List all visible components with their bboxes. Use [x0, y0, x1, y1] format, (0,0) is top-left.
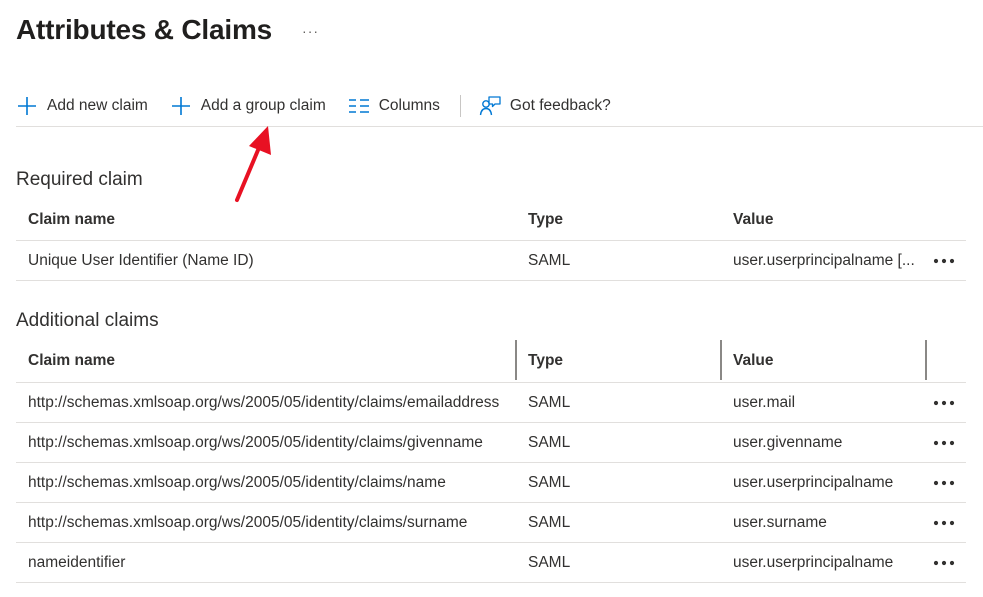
row-more-icon[interactable]	[926, 431, 962, 455]
feedback-label: Got feedback?	[509, 97, 611, 114]
feedback-icon	[479, 95, 501, 117]
claim-type-cell: SAML	[528, 513, 571, 531]
table-row[interactable]: Unique User Identifier (Name ID) SAML us…	[16, 240, 966, 281]
claim-name-cell: http://schemas.xmlsoap.org/ws/2005/05/id…	[28, 393, 500, 411]
row-more-icon[interactable]	[926, 471, 962, 495]
table-row[interactable]: http://schemas.xmlsoap.org/ws/2005/05/id…	[16, 382, 966, 422]
header-type[interactable]: Type	[528, 211, 718, 229]
additional-claims-title: Additional claims	[16, 310, 159, 331]
row-more-icon[interactable]	[926, 391, 962, 415]
claim-value-cell: user.mail	[733, 393, 796, 411]
claim-value-cell: user.givenname	[733, 433, 843, 451]
additional-claims-grid: Claim name Type Value http://schemas.xml…	[16, 340, 966, 583]
feedback-button[interactable]: Got feedback?	[479, 88, 611, 124]
claim-type-cell: SAML	[528, 251, 571, 269]
grid-header: Claim name Type Value	[16, 199, 966, 240]
claim-type-cell: SAML	[528, 433, 571, 451]
claim-type-cell: SAML	[528, 553, 571, 571]
claim-value-cell: user.surname	[733, 513, 827, 531]
claim-value-cell: user.userprincipalname	[733, 473, 894, 491]
toolbar-divider	[459, 95, 461, 117]
more-options-button[interactable]: ···	[302, 23, 319, 39]
header-value[interactable]: Value	[733, 352, 923, 370]
page-header: Attributes & Claims ···	[16, 10, 319, 50]
header-claim-name[interactable]: Claim name	[28, 352, 516, 370]
claim-type-cell: SAML	[528, 473, 571, 491]
command-bar: Add new claim Add a group claim Columns …	[16, 86, 983, 127]
columns-label: Columns	[378, 97, 440, 114]
claim-name-cell: nameidentifier	[28, 553, 126, 571]
row-more-icon[interactable]	[926, 551, 962, 575]
row-more-icon[interactable]	[926, 249, 962, 273]
claim-name-cell: http://schemas.xmlsoap.org/ws/2005/05/id…	[28, 433, 483, 451]
add-new-claim-button[interactable]: Add new claim	[16, 88, 148, 124]
table-row[interactable]: nameidentifier SAML user.userprincipalna…	[16, 542, 966, 583]
required-claims-grid: Claim name Type Value Unique User Identi…	[16, 199, 966, 281]
required-claim-title: Required claim	[16, 169, 143, 190]
table-row[interactable]: http://schemas.xmlsoap.org/ws/2005/05/id…	[16, 422, 966, 462]
claim-name-cell: http://schemas.xmlsoap.org/ws/2005/05/id…	[28, 513, 468, 531]
plus-icon	[170, 95, 192, 117]
claim-type-cell: SAML	[528, 393, 571, 411]
column-resize-handle[interactable]	[515, 340, 517, 380]
add-group-claim-label: Add a group claim	[200, 97, 326, 114]
columns-icon	[348, 95, 370, 117]
claim-name-cell: http://schemas.xmlsoap.org/ws/2005/05/id…	[28, 473, 446, 491]
annotation-arrow	[235, 126, 271, 202]
columns-button[interactable]: Columns	[348, 88, 440, 124]
row-more-icon[interactable]	[926, 511, 962, 535]
column-resize-handle[interactable]	[925, 340, 927, 380]
plus-icon	[16, 95, 38, 117]
header-claim-name[interactable]: Claim name	[28, 211, 516, 229]
page-title: Attributes & Claims	[16, 14, 273, 45]
column-resize-handle[interactable]	[720, 340, 722, 380]
claim-value-cell: user.userprincipalname	[733, 553, 894, 571]
claim-value-cell: user.userprincipalname [...	[733, 251, 915, 269]
grid-header: Claim name Type Value	[16, 340, 966, 382]
claim-name-cell: Unique User Identifier (Name ID)	[28, 251, 254, 269]
table-row[interactable]: http://schemas.xmlsoap.org/ws/2005/05/id…	[16, 462, 966, 502]
header-type[interactable]: Type	[528, 352, 718, 370]
header-value[interactable]: Value	[733, 211, 923, 229]
table-row[interactable]: http://schemas.xmlsoap.org/ws/2005/05/id…	[16, 502, 966, 542]
add-new-claim-label: Add new claim	[47, 97, 148, 114]
